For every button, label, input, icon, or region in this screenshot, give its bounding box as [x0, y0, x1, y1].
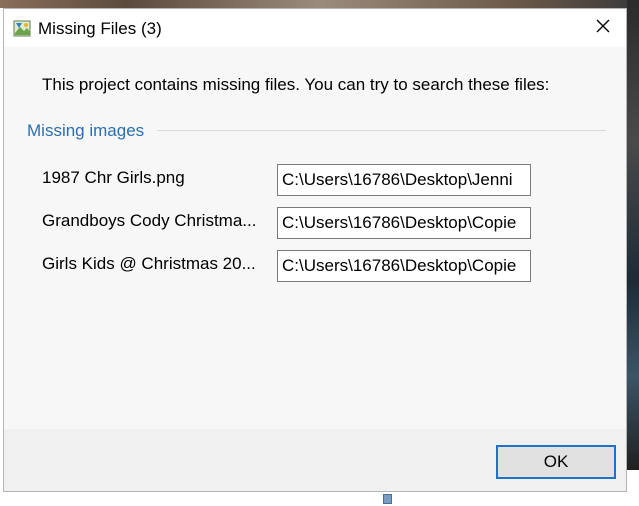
- missing-file-name: 1987 Chr Girls.png: [42, 168, 185, 187]
- missing-file-row: 1987 Chr Girls.png: [42, 164, 532, 196]
- missing-file-path-input[interactable]: [277, 164, 531, 196]
- group-divider: [157, 130, 606, 131]
- title-bar: Missing Files (3): [4, 9, 626, 47]
- window-title: Missing Files (3): [38, 19, 162, 38]
- missing-file-path-input[interactable]: [277, 250, 531, 282]
- missing-file-name: Girls Kids @ Christmas 20...: [42, 254, 256, 273]
- ok-button[interactable]: OK: [496, 445, 616, 479]
- close-button[interactable]: [580, 9, 626, 47]
- image-map-app-icon: [13, 19, 32, 38]
- close-icon: [596, 19, 610, 38]
- missing-file-row: Girls Kids @ Christmas 20...: [42, 250, 532, 282]
- background-scroll-marker: [383, 494, 392, 504]
- missing-file-path-input[interactable]: [277, 207, 531, 239]
- missing-file-name: Grandboys Cody Christma...: [42, 211, 257, 230]
- missing-file-row: Grandboys Cody Christma...: [42, 207, 532, 239]
- group-title-missing-images: Missing images: [27, 121, 145, 140]
- intro-text: This project contains missing files. You…: [42, 75, 550, 94]
- missing-files-dialog: Missing Files (3) This project contains …: [3, 8, 627, 492]
- dialog-footer: OK: [4, 429, 626, 491]
- background-window-edge-right: [627, 0, 639, 470]
- background-window-edge-top: [0, 0, 639, 8]
